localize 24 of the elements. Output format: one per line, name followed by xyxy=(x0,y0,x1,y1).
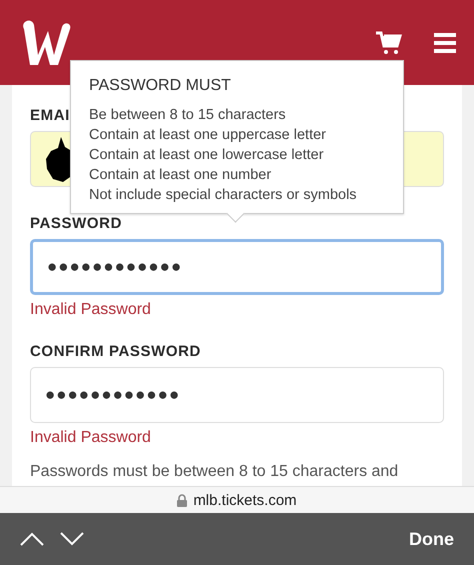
url-text: mlb.tickets.com xyxy=(193,492,297,508)
error-message: Invalid Password xyxy=(30,429,151,447)
tooltip-title: PASSWORD MUST xyxy=(89,77,232,95)
password-dots: ●●●●●●●●●●●● xyxy=(45,385,180,405)
password-dots: ●●●●●●●●●●●● xyxy=(47,257,182,277)
done-button[interactable]: Done xyxy=(409,528,454,550)
next-field-icon[interactable] xyxy=(60,532,84,546)
error-message: Invalid Password xyxy=(30,301,151,319)
lock-icon xyxy=(177,494,188,506)
url-bar[interactable]: mlb.tickets.com xyxy=(0,486,474,513)
menu-icon[interactable] xyxy=(434,32,456,52)
password-rule: Contain at least one number xyxy=(89,166,272,185)
password-hint: Passwords must be between 8 to 15 characters and xyxy=(30,463,398,481)
password-rule: Not include special characters or symbols xyxy=(89,186,358,205)
password-field[interactable]: ●●●●●●●●●●●● xyxy=(30,367,444,423)
field-label: PASSWORD xyxy=(30,215,122,232)
field-label: CONFIRM PASSWORD xyxy=(30,343,201,360)
password-field[interactable]: ●●●●●●●●●●●● xyxy=(30,239,444,295)
password-rule: Contain at least one lowercase letter xyxy=(89,146,325,165)
password-rule: Contain at least one uppercase letter xyxy=(89,126,327,145)
password-rule: Be between 8 to 15 characters xyxy=(89,106,287,125)
cart-icon[interactable] xyxy=(376,30,402,54)
field-label: EMAI xyxy=(30,107,70,124)
previous-field-icon[interactable] xyxy=(20,532,44,546)
